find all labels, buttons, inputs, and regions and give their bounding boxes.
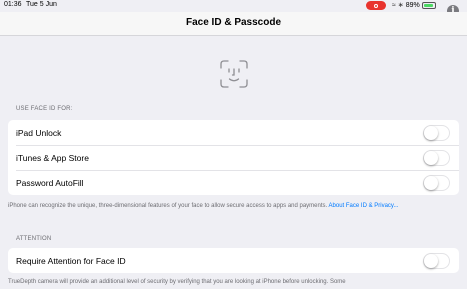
toggle-knob [424, 151, 438, 165]
face-id-icon [220, 60, 248, 88]
section-header-attention: ATTENTION [16, 236, 52, 242]
row-itunes-app-store[interactable]: iTunes & App Store [8, 145, 459, 170]
password-autofill-toggle[interactable] [423, 175, 450, 191]
battery-fill [423, 3, 433, 7]
row-label: iTunes & App Store [16, 152, 89, 163]
face-id-footer: iPhone can recognize the unique, three-d… [8, 202, 459, 210]
battery-icon [421, 1, 436, 9]
status-date: Tue 5 Jun [26, 1, 57, 8]
attention-group: Require Attention for Face ID [8, 248, 459, 273]
toggle-knob [424, 126, 438, 140]
itunes-app-store-toggle[interactable] [423, 150, 450, 166]
ipad-unlock-toggle[interactable] [423, 125, 450, 141]
status-bar: 01:36 Tue 5 Jun ≈ ∗ 89% [0, 0, 467, 12]
attention-footer: TrueDepth camera will provide an additio… [8, 279, 346, 285]
use-face-id-group: iPad Unlock iTunes & App Store Password … [8, 120, 459, 195]
row-password-autofill[interactable]: Password AutoFill [8, 170, 459, 195]
page-title: Face ID & Passcode [185, 17, 282, 28]
row-label: Password AutoFill [16, 177, 84, 188]
toggle-knob [424, 176, 438, 190]
row-label: iPad Unlock [16, 127, 62, 138]
record-icon [374, 3, 378, 8]
wifi-icon: ≈ [392, 1, 396, 9]
status-icons: ≈ ∗ 89% [392, 1, 436, 9]
about-face-id-privacy-link[interactable]: About Face ID & Privacy... [329, 203, 399, 209]
battery-percent: 89% [405, 1, 420, 9]
toggle-knob [424, 254, 438, 268]
bluetooth-icon: ∗ [397, 2, 404, 9]
row-label: Require Attention for Face ID [16, 255, 126, 266]
navigation-bar: Face ID & Passcode [0, 12, 467, 36]
face-id-footer-text: iPhone can recognize the unique, three-d… [8, 203, 328, 209]
row-ipad-unlock[interactable]: iPad Unlock [8, 120, 459, 145]
screen-recording-indicator[interactable] [366, 1, 386, 10]
require-attention-toggle[interactable] [423, 253, 450, 269]
status-time: 01:36 [4, 1, 22, 8]
row-require-attention[interactable]: Require Attention for Face ID [8, 248, 459, 273]
section-header-use-face-id: USE FACE ID FOR: [16, 106, 73, 112]
